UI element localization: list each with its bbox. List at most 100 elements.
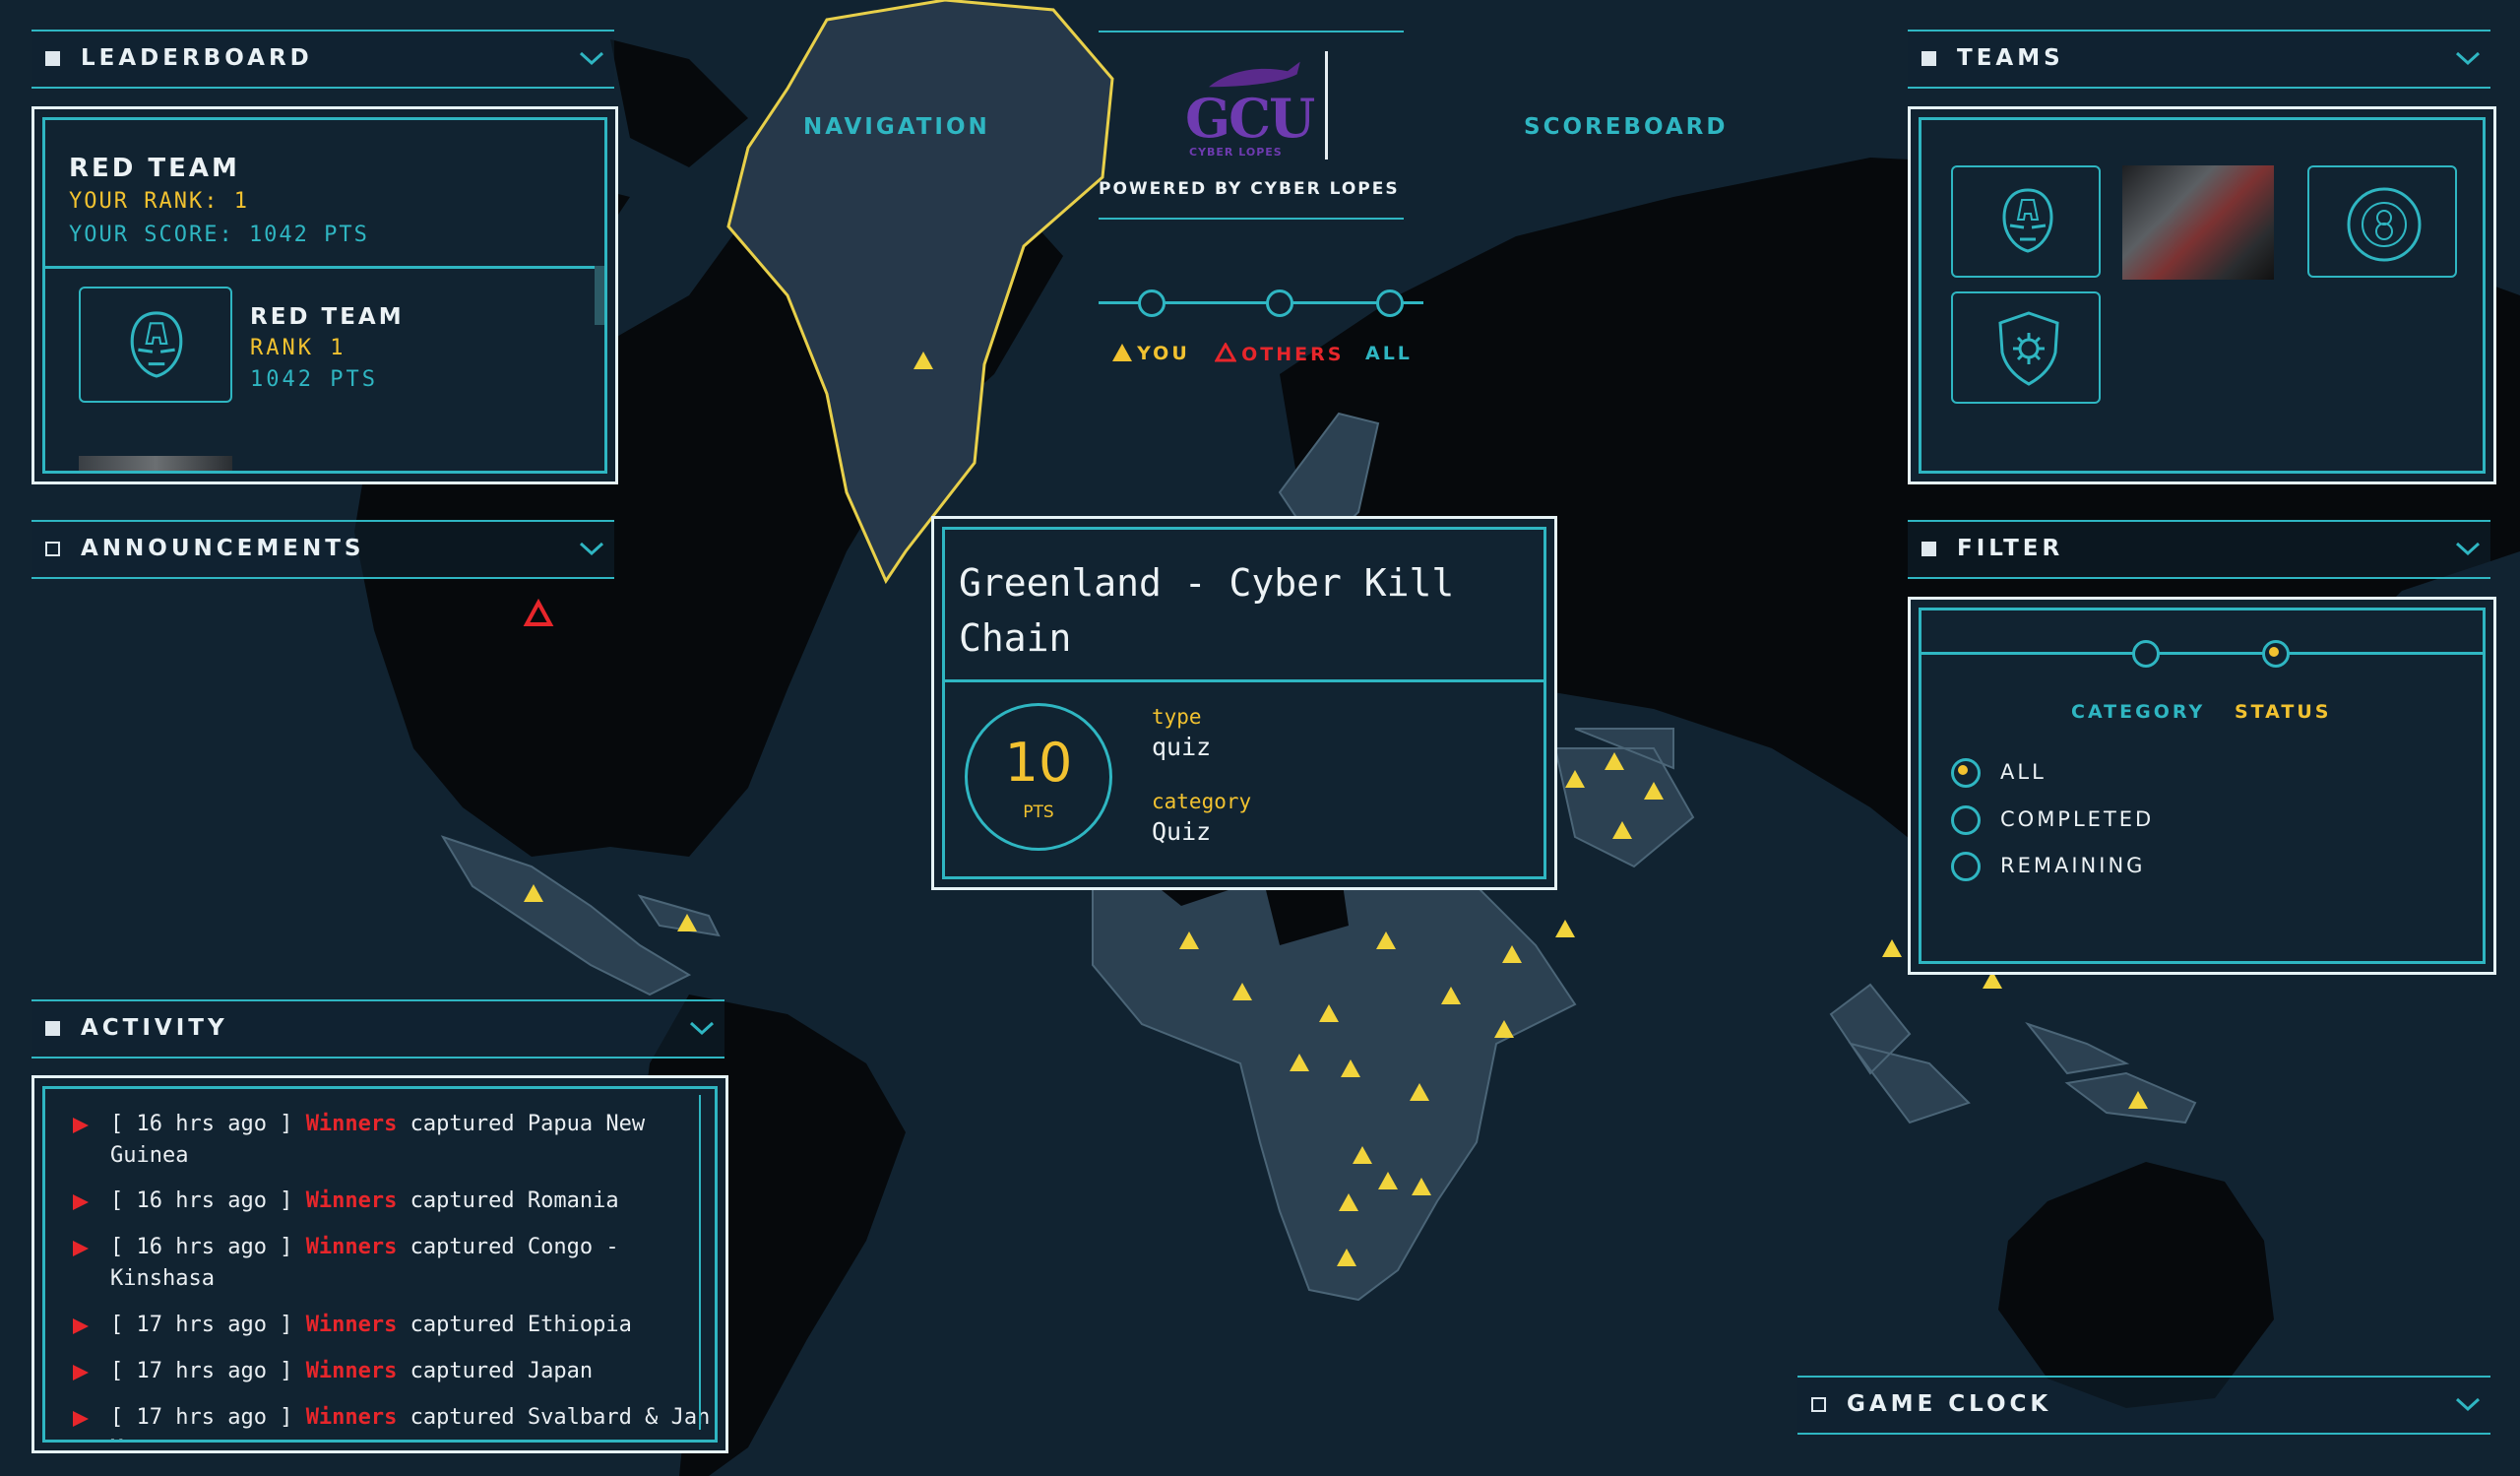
logo-subtext: CYBER LOPES (1189, 146, 1283, 159)
arrow-right-icon (73, 1365, 89, 1380)
activity-time: [ 16 hrs ago ] (110, 1235, 293, 1259)
challenge-popup-inner: Greenland - Cyber Kill Chain 10 PTS type… (942, 527, 1546, 879)
chevron-down-icon[interactable] (577, 534, 606, 563)
leaderboard-panel-inner: RED TEAM YOUR RANK: 1 YOUR SCORE: 1042 P… (42, 117, 607, 474)
activity-row: [ 17 hrs ago ] Winners captured Svalbard… (73, 1402, 715, 1440)
teams-header[interactable]: TEAMS (1908, 30, 2490, 89)
activity-target: Romania (527, 1188, 619, 1213)
logo-text: GCU (1185, 87, 1315, 150)
section-square-icon (1922, 51, 1936, 66)
nav-top-rule (1099, 31, 1404, 32)
triangle-filled-icon (1112, 344, 1132, 361)
legend-slider[interactable] (1099, 286, 1423, 321)
activity-time: [ 17 hrs ago ] (110, 1405, 293, 1430)
filter-radio-completed[interactable] (1951, 805, 1981, 835)
chevron-down-icon[interactable] (687, 1013, 717, 1043)
captain-mask-icon (2002, 188, 2053, 253)
activity-verb: captured (410, 1235, 515, 1259)
filter-tab-status-dot[interactable] (2262, 640, 2290, 668)
leaderboard-entry[interactable]: RED TEAM RANK 1 1042 PTS (79, 287, 581, 424)
legend-you[interactable]: YOU (1112, 343, 1190, 364)
leaderboard-your-score: YOUR SCORE: 1042 PTS (69, 223, 369, 247)
eight-ball-icon (2347, 187, 2422, 262)
activity-team[interactable]: Winners (306, 1235, 398, 1259)
filter-option-all[interactable]: ALL (2000, 760, 2047, 784)
slider-stop-you[interactable] (1138, 289, 1166, 317)
team-tile[interactable] (2307, 165, 2457, 278)
navigation-link[interactable]: NAVIGATION (803, 114, 990, 140)
arrow-right-icon (73, 1318, 89, 1334)
slider-stop-others[interactable] (1266, 289, 1293, 317)
activity-time: [ 17 hrs ago ] (110, 1359, 293, 1383)
activity-scrollbar[interactable] (699, 1095, 711, 1430)
activity-team[interactable]: Winners (306, 1313, 398, 1337)
activity-verb: captured (410, 1359, 515, 1383)
leaderboard-entry-points: 1042 PTS (250, 367, 378, 392)
section-square-icon (1922, 542, 1936, 556)
filter-tab-category[interactable]: CATEGORY (2071, 701, 2205, 723)
leaderboard-list[interactable]: RED TEAM RANK 1 1042 PTS (45, 266, 604, 471)
leaderboard-entry-name: RED TEAM (250, 304, 405, 330)
legend-you-label: YOU (1137, 343, 1190, 364)
filter-option-completed[interactable]: COMPLETED (2000, 807, 2154, 831)
filter-tab-status[interactable]: STATUS (2235, 701, 2331, 723)
filter-radio-all[interactable] (1951, 758, 1981, 788)
activity-header[interactable]: ACTIVITY (32, 999, 724, 1059)
gcu-logo[interactable]: GCU CYBER LOPES (1181, 59, 1329, 159)
legend-all[interactable]: ALL (1365, 343, 1413, 364)
filter-panel: CATEGORY STATUS ALL COMPLETED REMAINING (1908, 597, 2496, 975)
filter-radio-remaining[interactable] (1951, 852, 1981, 881)
activity-verb: captured (410, 1112, 515, 1136)
team-tile[interactable] (1951, 165, 2101, 278)
filter-tab-category-dot[interactable] (2132, 640, 2160, 668)
points-unit: PTS (1023, 802, 1054, 822)
captain-mask-icon (130, 311, 183, 378)
section-square-icon (45, 51, 60, 66)
game-clock-header[interactable]: GAME CLOCK (1797, 1376, 2490, 1435)
leaderboard-entry-rank: RANK 1 (250, 336, 346, 360)
activity-row: [ 17 hrs ago ] Winners captured Ethiopia (73, 1310, 715, 1341)
triangle-outline-icon (1214, 341, 1237, 362)
teams-panel (1908, 106, 2496, 484)
filter-panel-inner: CATEGORY STATUS ALL COMPLETED REMAINING (1919, 608, 2486, 964)
activity-time: [ 16 hrs ago ] (110, 1188, 293, 1213)
arrow-right-icon (73, 1411, 89, 1427)
chevron-down-icon[interactable] (577, 43, 606, 73)
nav-mid-rule (1099, 218, 1404, 220)
activity-panel-inner[interactable]: [ 16 hrs ago ] Winners captured Papua Ne… (42, 1086, 718, 1443)
chevron-down-icon[interactable] (2453, 43, 2483, 73)
legend-others[interactable]: OTHERS (1214, 341, 1344, 365)
activity-row: [ 16 hrs ago ] Winners captured Congo - … (73, 1232, 715, 1295)
activity-team[interactable]: Winners (306, 1112, 398, 1136)
activity-team[interactable]: Winners (306, 1188, 398, 1213)
category-value: Quiz (1152, 817, 1212, 846)
popup-divider (945, 679, 1544, 682)
activity-team[interactable]: Winners (306, 1359, 398, 1383)
team-tile[interactable] (1951, 291, 2101, 404)
activity-target: Japan (527, 1359, 594, 1383)
challenge-popup[interactable]: Greenland - Cyber Kill Chain 10 PTS type… (931, 516, 1557, 890)
chevron-down-icon[interactable] (2453, 1389, 2483, 1419)
shield-gear-icon (1998, 311, 2059, 386)
arrow-right-icon (73, 1118, 89, 1133)
game-clock-title: GAME CLOCK (1847, 1391, 2052, 1417)
activity-verb: captured (410, 1188, 515, 1213)
slider-stop-all[interactable] (1376, 289, 1404, 317)
chevron-down-icon[interactable] (2453, 534, 2483, 563)
team-tile-photo[interactable] (2122, 165, 2274, 280)
activity-team[interactable]: Winners (306, 1405, 398, 1430)
arrow-right-icon (73, 1194, 89, 1210)
leaderboard-your-rank: YOUR RANK: 1 (69, 189, 249, 214)
leaderboard-scrollbar[interactable] (595, 266, 604, 325)
activity-row: [ 16 hrs ago ] Winners captured Romania (73, 1186, 715, 1217)
logo-divider (1325, 51, 1328, 160)
section-square-icon (1811, 1397, 1826, 1412)
filter-option-remaining[interactable]: REMAINING (2000, 854, 2145, 877)
announcements-header[interactable]: ANNOUNCEMENTS (32, 520, 614, 579)
activity-panel: [ 16 hrs ago ] Winners captured Papua Ne… (32, 1075, 728, 1453)
filter-header[interactable]: FILTER (1908, 520, 2490, 579)
announcements-title: ANNOUNCEMENTS (81, 536, 365, 561)
leaderboard-header[interactable]: LEADERBOARD (32, 30, 614, 89)
activity-target: Ethiopia (527, 1313, 632, 1337)
scoreboard-link[interactable]: SCOREBOARD (1524, 114, 1729, 140)
